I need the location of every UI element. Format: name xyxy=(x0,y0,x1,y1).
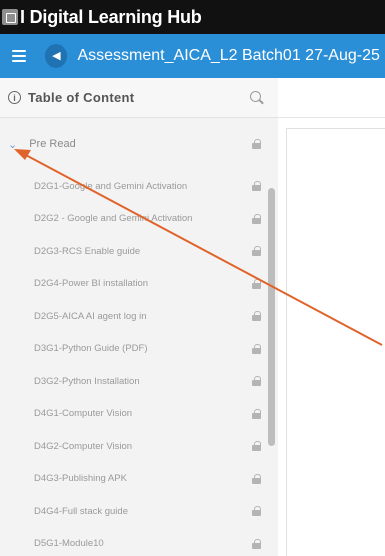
info-icon: i xyxy=(8,91,21,104)
toc-header: i Table of Content xyxy=(0,78,278,118)
toc-item-label: D5G1-Module10 xyxy=(34,538,104,550)
toc-item[interactable]: D2G2 - Google and Gemini Activation xyxy=(0,203,278,236)
toc-item-label: D3G1-Python Guide (PDF) xyxy=(34,343,148,355)
sidebar-scrollbar[interactable] xyxy=(268,188,275,446)
course-navbar: ◀ Assessment_AICA_L2 Batch01 27-Aug-25 C… xyxy=(0,34,385,78)
toc-item-label: D3G2-Python Installation xyxy=(34,375,140,387)
content-panel xyxy=(286,128,385,556)
course-title: Assessment_AICA_L2 Batch01 27-Aug-25 CO xyxy=(77,47,385,64)
lock-icon xyxy=(252,473,261,484)
menu-icon xyxy=(11,50,26,62)
lock-icon xyxy=(252,311,261,321)
lock-icon xyxy=(252,538,261,549)
lock-icon xyxy=(252,246,261,256)
content-area xyxy=(278,78,385,556)
toc-item-label: D4G2-Computer Vision xyxy=(34,440,133,452)
app-title-bar: I Digital Learning Hub xyxy=(0,0,385,34)
content-header xyxy=(278,78,385,118)
lock-icon xyxy=(252,278,261,289)
app-logo-icon xyxy=(2,9,18,25)
toc-item-label: D2G3-RCS Enable guide xyxy=(34,245,141,257)
toc-item[interactable]: D3G1-Python Guide (PDF) xyxy=(0,333,278,366)
toc-item-label: D2G5-AICA AI agent log in xyxy=(34,310,147,322)
toc-item-list: D2G1-Google and Gemini Activation D2G2 - … xyxy=(0,170,278,556)
lock-icon xyxy=(252,139,261,149)
chevron-down-icon[interactable]: ⌄ xyxy=(8,138,17,151)
menu-button[interactable] xyxy=(0,34,37,78)
toc-item[interactable]: D2G3-RCS Enable guide xyxy=(0,235,278,268)
section-pre-read[interactable]: ⌄ Pre Read xyxy=(0,118,278,170)
page: I Digital Learning Hub ◀ Assessment_AICA… xyxy=(0,0,385,556)
lock-icon xyxy=(252,343,261,354)
lock-icon xyxy=(252,506,261,516)
app-title: I Digital Learning Hub xyxy=(20,6,202,27)
toc-item-label: D2G2 - Google and Gemini Activation xyxy=(34,213,193,225)
toc-item-label: D4G4-Full stack guide xyxy=(34,505,128,517)
toc-title: Table of Content xyxy=(28,90,135,105)
toc-item-label: D4G3-Publishing APK xyxy=(34,473,127,485)
toc-item[interactable]: D5G1-Module10 xyxy=(0,528,278,556)
lock-icon xyxy=(252,181,261,191)
toc-item[interactable]: D4G2-Computer Vision xyxy=(0,430,278,463)
toc-item[interactable]: D4G4-Full stack guide xyxy=(0,495,278,528)
lock-icon xyxy=(252,408,261,419)
back-icon: ◀ xyxy=(52,49,61,62)
toc-item-label: D4G1-Computer Vision xyxy=(34,408,133,420)
toc-item[interactable]: D4G3-Publishing APK xyxy=(0,463,278,496)
table-of-contents-sidebar: i Table of Content ⌄ Pre Read D2G1-Googl… xyxy=(0,78,278,556)
toc-item[interactable]: D2G1-Google and Gemini Activation xyxy=(0,170,278,203)
toc-item-label: D2G4-Power BI installation xyxy=(34,278,149,290)
lock-icon xyxy=(252,213,261,224)
lock-icon xyxy=(252,441,261,451)
toc-item-label: D2G1-Google and Gemini Activation xyxy=(34,180,188,192)
toc-item[interactable]: D3G2-Python Installation xyxy=(0,365,278,398)
toc-item[interactable]: D4G1-Computer Vision xyxy=(0,398,278,431)
toc-item[interactable]: D2G5-AICA AI agent log in xyxy=(0,300,278,333)
toc-item[interactable]: D2G4-Power BI installation xyxy=(0,268,278,301)
lock-icon xyxy=(252,376,261,386)
back-button[interactable]: ◀ xyxy=(45,44,68,68)
section-label: Pre Read xyxy=(29,138,76,150)
search-icon[interactable] xyxy=(250,91,261,102)
